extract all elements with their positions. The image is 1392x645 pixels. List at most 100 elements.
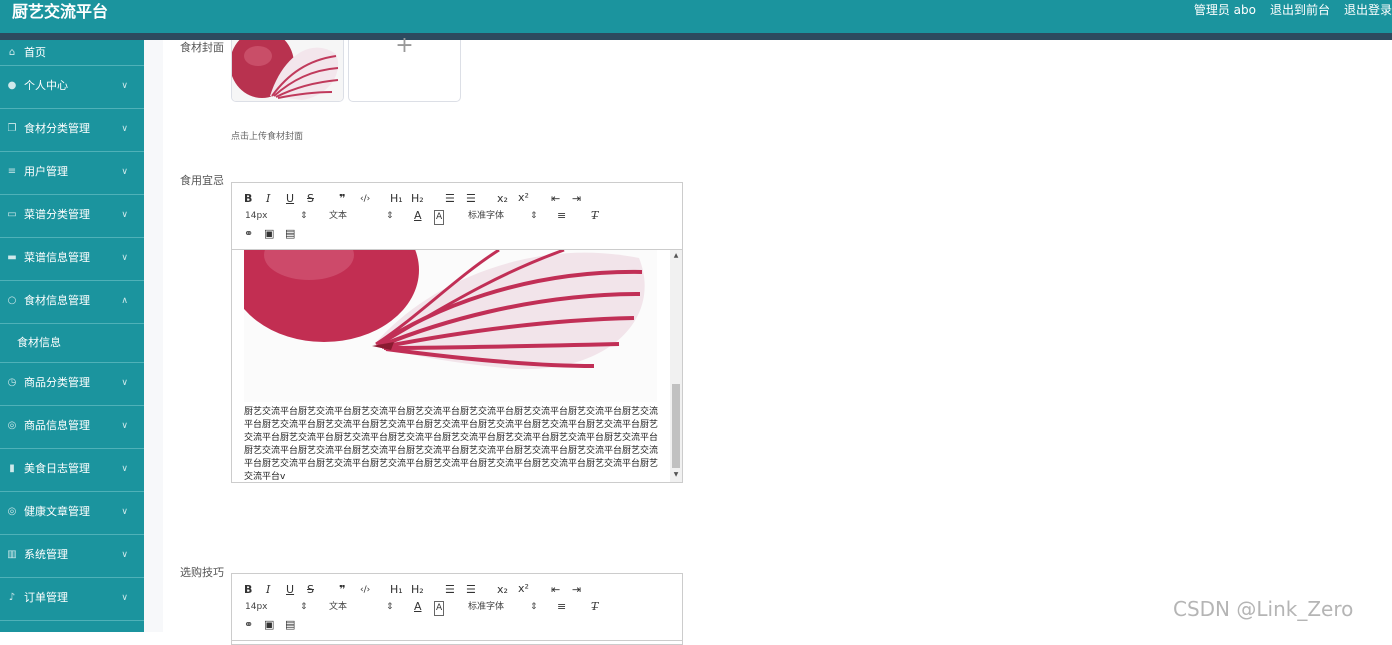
exit-to-front-link[interactable]: 退出到前台: [1270, 3, 1330, 17]
font-size-select[interactable]: 14px: [245, 210, 268, 223]
header-1-button[interactable]: H₁: [390, 192, 403, 205]
background-color-button[interactable]: A: [434, 210, 445, 225]
ordered-list-button[interactable]: ☰: [445, 192, 455, 205]
bullet-list-button[interactable]: ☰: [466, 192, 476, 205]
tips-rich-editor: B I U S ❞ ‹/› H₁ H₂ ☰ ☰ x₂ x² ⇤ ⇥ 14px ⇕…: [231, 573, 683, 645]
watermark-text: CSDN @Link_Zero: [1173, 597, 1354, 621]
content-gutter: [144, 40, 163, 632]
cover-upload-hint: 点击上传食材封面: [231, 132, 304, 142]
sidebar-item-user-management[interactable]: ≡ 用户管理 ∨: [0, 152, 144, 195]
code-block-button[interactable]: ‹/›: [360, 584, 370, 597]
sidebar-item-ingredient-info[interactable]: ○ 食材信息管理 ∧: [0, 281, 144, 324]
header-1-button[interactable]: H₁: [390, 583, 403, 596]
header-links: 管理员 abo 退出到前台 退出登录: [1180, 2, 1392, 18]
link-button[interactable]: ⚭: [244, 618, 253, 631]
chevron-down-icon: ∨: [121, 421, 128, 431]
italic-button[interactable]: I: [266, 192, 270, 205]
blockquote-button[interactable]: ❞: [339, 583, 345, 596]
sidebar-item-ingredient-category[interactable]: ❐ 食材分类管理 ∨: [0, 109, 144, 152]
sidebar-item-health-article[interactable]: ◎ 健康文章管理 ∨: [0, 492, 144, 535]
chevron-down-icon: ∨: [121, 124, 128, 134]
bold-button[interactable]: B: [244, 583, 252, 596]
text-color-button[interactable]: A: [414, 209, 422, 222]
editor-toolbar: B I U S ❞ ‹/› H₁ H₂ ☰ ☰ x₂ x² ⇤ ⇥ 14px ⇕…: [232, 574, 682, 641]
sidebar-item-recipe-category[interactable]: ▭ 菜谱分类管理 ∨: [0, 195, 144, 238]
sidebar-subitem-ingredient-info[interactable]: 食材信息: [0, 324, 144, 362]
bullet-list-button[interactable]: ☰: [466, 583, 476, 596]
sidebar-item-food-log[interactable]: ▮ 美食日志管理 ∨: [0, 449, 144, 492]
usage-label: 食用宜忌: [180, 174, 224, 187]
blockquote-button[interactable]: ❞: [339, 192, 345, 205]
select-arrow-icon: ⇕: [386, 602, 394, 612]
sidebar-item-label: 订单管理: [24, 591, 68, 604]
sidebar-item-personal-center[interactable]: ● 个人中心 ∨: [0, 66, 144, 109]
list-icon: ≡: [7, 166, 17, 177]
video-button[interactable]: ▤: [285, 227, 295, 240]
background-color-button[interactable]: A: [434, 601, 445, 616]
align-button[interactable]: ≡: [557, 600, 566, 613]
sidebar-item-system[interactable]: ▥ 系统管理 ∨: [0, 535, 144, 578]
image-button[interactable]: ▣: [264, 227, 274, 240]
sidebar-subitem-label: 食材信息: [17, 336, 61, 349]
mic-icon: ♪: [8, 592, 16, 603]
scroll-up-icon[interactable]: ▲: [670, 252, 682, 260]
indent-button[interactable]: ⇥: [572, 192, 581, 205]
top-header: 厨艺交流平台 管理员 abo 退出到前台 退出登录: [0, 0, 1392, 33]
sidebar-item-label: 菜谱信息管理: [24, 251, 90, 264]
chevron-down-icon: ∨: [121, 210, 128, 220]
code-block-button[interactable]: ‹/›: [360, 193, 370, 206]
sidebar-item-product-category[interactable]: ◷ 商品分类管理 ∨: [0, 362, 144, 406]
header-select[interactable]: 文本: [329, 210, 347, 223]
subscript-button[interactable]: x₂: [497, 583, 508, 596]
bold-button[interactable]: B: [244, 192, 252, 205]
superscript-button[interactable]: x²: [518, 191, 529, 204]
sidebar-item-order[interactable]: ♪ 订单管理 ∨: [0, 578, 144, 621]
outdent-button[interactable]: ⇤: [551, 192, 560, 205]
underline-button[interactable]: U: [286, 192, 294, 205]
italic-button[interactable]: I: [266, 583, 270, 596]
header-select[interactable]: 文本: [329, 601, 347, 614]
compass-icon: ◎: [7, 506, 17, 517]
ordered-list-button[interactable]: ☰: [445, 583, 455, 596]
font-family-select[interactable]: 标准字体: [468, 601, 504, 614]
sidebar-item-label: 用户管理: [24, 165, 68, 178]
monitor-icon: ▬: [7, 252, 17, 263]
underline-button[interactable]: U: [286, 583, 294, 596]
subscript-button[interactable]: x₂: [497, 192, 508, 205]
text-color-button[interactable]: A: [414, 600, 422, 613]
link-button[interactable]: ⚭: [244, 227, 253, 240]
cover-upload-button[interactable]: +: [348, 35, 461, 102]
align-button[interactable]: ≡: [557, 209, 566, 222]
cover-label: 食材封面: [180, 41, 224, 54]
superscript-button[interactable]: x²: [518, 582, 529, 595]
clean-format-button[interactable]: T̶: [591, 600, 598, 613]
clock-icon: ◷: [7, 377, 17, 388]
chevron-down-icon: ∨: [121, 167, 128, 177]
select-arrow-icon: ⇕: [530, 211, 538, 221]
scrollbar-thumb[interactable]: [672, 384, 680, 468]
cover-image[interactable]: [231, 40, 344, 102]
strike-button[interactable]: S: [307, 583, 314, 596]
sidebar-item-product-info[interactable]: ◎ 商品信息管理 ∨: [0, 406, 144, 449]
sidebar-item-home[interactable]: ⌂ 首页: [0, 40, 144, 66]
header-2-button[interactable]: H₂: [411, 583, 424, 596]
header-2-button[interactable]: H₂: [411, 192, 424, 205]
strike-button[interactable]: S: [307, 192, 314, 205]
sidebar-item-label: 菜谱分类管理: [24, 208, 90, 221]
image-button[interactable]: ▣: [264, 618, 274, 631]
sidebar-item-recipe-info[interactable]: ▬ 菜谱信息管理 ∨: [0, 238, 144, 281]
font-size-select[interactable]: 14px: [245, 601, 268, 614]
sidebar-menu: ⌂ 首页 ● 个人中心 ∨ ❐ 食材分类管理 ∨ ≡ 用户管理 ∨ ▭ 菜谱分类…: [0, 40, 144, 632]
select-arrow-icon: ⇕: [300, 602, 308, 612]
scroll-down-icon[interactable]: ▼: [670, 471, 682, 479]
content-image: [244, 250, 657, 402]
clean-format-button[interactable]: T̶: [591, 209, 598, 222]
outdent-button[interactable]: ⇤: [551, 583, 560, 596]
video-button[interactable]: ▤: [285, 618, 295, 631]
editor-scrollbar[interactable]: ▲ ▼: [670, 250, 682, 482]
header-divider-strip: [0, 33, 1392, 40]
editor-content[interactable]: 厨艺交流平台厨艺交流平台厨艺交流平台厨艺交流平台厨艺交流平台厨艺交流平台厨艺交流…: [232, 250, 682, 482]
logout-link[interactable]: 退出登录: [1344, 3, 1392, 17]
indent-button[interactable]: ⇥: [572, 583, 581, 596]
font-family-select[interactable]: 标准字体: [468, 210, 504, 223]
